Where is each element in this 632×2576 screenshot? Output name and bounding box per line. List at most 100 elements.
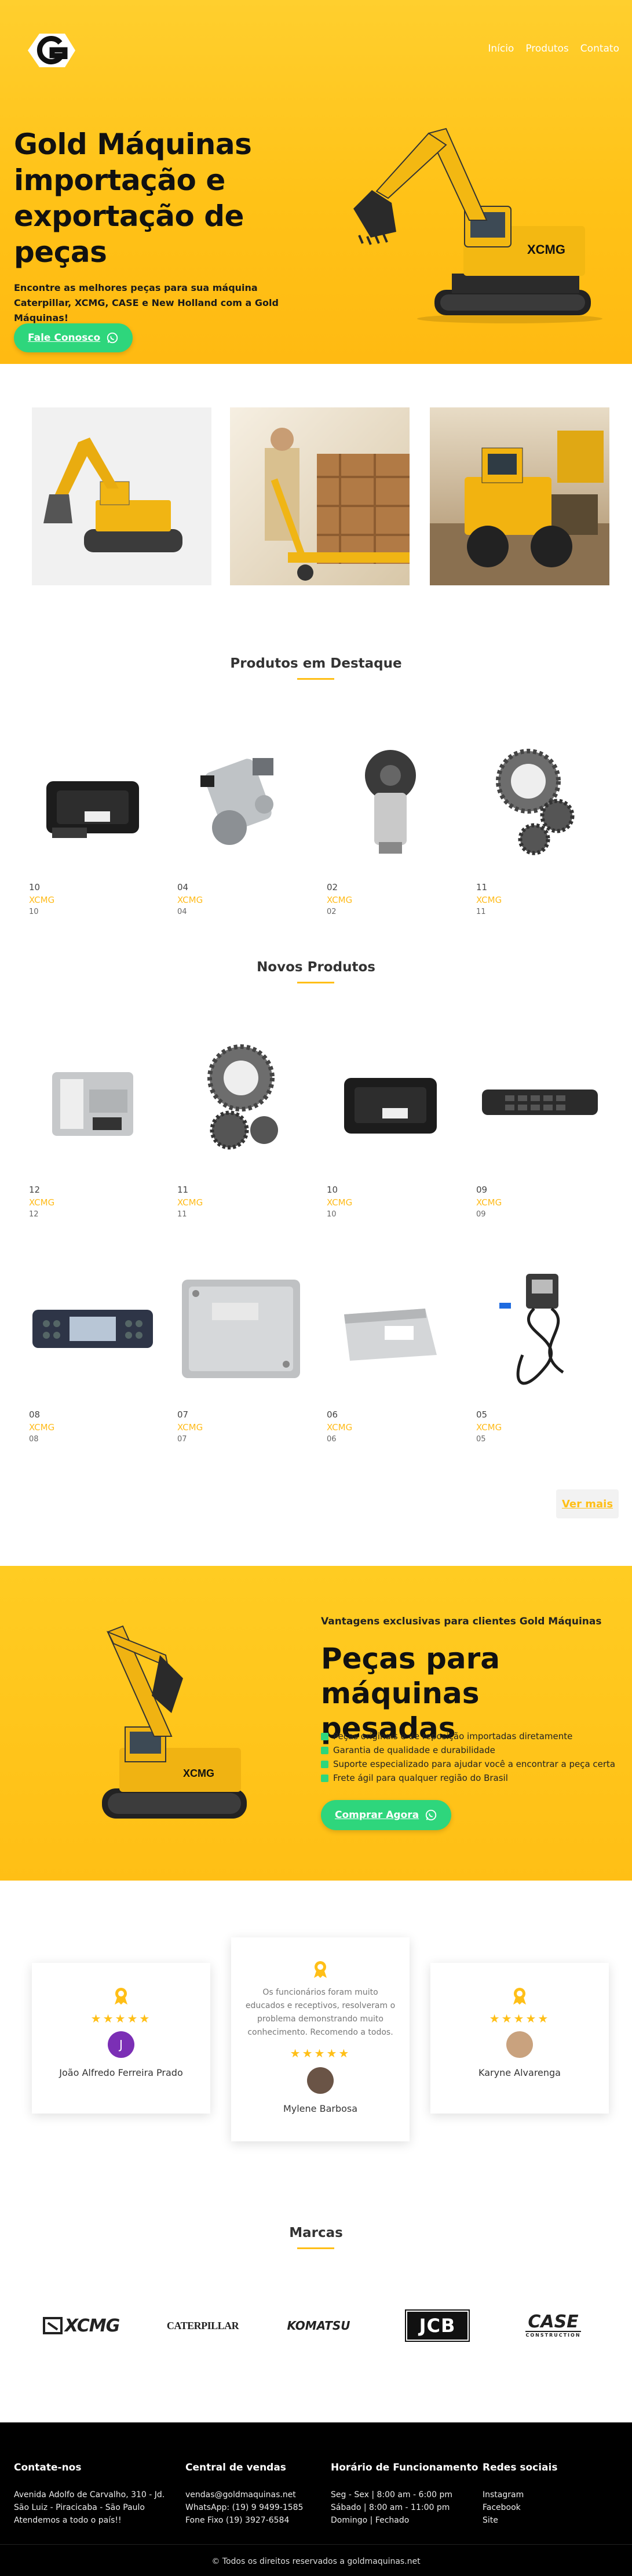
product-code: 10 [29, 882, 41, 892]
product-code: 06 [327, 1409, 338, 1420]
avatar: J [108, 2031, 134, 2058]
new-product-card[interactable]: 12 XCMG 12 [29, 1043, 156, 1219]
photo-toy-excavator [32, 407, 211, 585]
case-logo: CASE CONSTRUCTION [525, 2312, 581, 2338]
product-brand: XCMG [29, 1422, 55, 1433]
footer-divider [0, 2544, 632, 2545]
fale-conosco-button[interactable]: Fale Conosco [14, 323, 133, 352]
product-brand: XCMG [327, 1197, 353, 1208]
check-icon [321, 1774, 328, 1782]
brands-title-underline [297, 2247, 334, 2249]
featured-product-card[interactable]: 11 XCMG 11 [476, 741, 604, 916]
product-brand: XCMG [29, 895, 55, 905]
excavator-hero-image: XCMG [353, 127, 602, 323]
featured-product-card[interactable]: 10 XCMG 10 [29, 741, 156, 916]
testimonial-card: ★★★★★ J João Alfredo Ferreira Prado [32, 1963, 210, 2114]
product-brand: XCMG [476, 895, 502, 905]
product-brand: XCMG [177, 895, 203, 905]
new-product-card[interactable]: 10 XCMG 10 [327, 1043, 454, 1219]
new-product-card[interactable]: 06 XCMG 06 [327, 1268, 454, 1444]
new-product-card[interactable]: 07 XCMG 07 [177, 1268, 305, 1444]
footer-sales: Central de vendas vendas@goldmaquinas.ne… [185, 2462, 303, 2527]
rating-stars: ★★★★★ [489, 2012, 550, 2025]
product-code: 09 [476, 1185, 488, 1195]
new-products-title: Novos Produtos [257, 960, 375, 975]
whatsapp-link[interactable]: WhatsApp: (19) 9 9499-1585 [185, 2501, 303, 2514]
testimonial-card: Os funcionários foram muito educados e r… [231, 1937, 410, 2141]
reviewer-name: Karyne Alvarenga [478, 2067, 561, 2078]
whatsapp-icon [107, 332, 118, 344]
sales-email-link[interactable]: vendas@goldmaquinas.net [185, 2488, 303, 2501]
new-product-card[interactable]: 11 XCMG 11 [177, 1043, 305, 1219]
switch-panel-icon [482, 1090, 598, 1115]
testimonial-card: ★★★★★ Karyne Alvarenga [430, 1963, 609, 2114]
ecu-module-silver-icon [52, 1072, 133, 1136]
product-code: 02 [327, 882, 338, 892]
featured-title: Produtos em Destaque [230, 656, 402, 671]
benefit-item: Frete ágil para qualquer região do Brasi… [321, 1771, 615, 1785]
photo-pallet-jack [230, 407, 410, 585]
top-nav: Início Produtos Contato [488, 43, 619, 54]
excavator-brand-label: XCMG [527, 242, 565, 257]
award-icon [314, 1961, 327, 1978]
whatsapp-icon [425, 1809, 437, 1821]
excavator-promo-image: XCMG [102, 1625, 247, 1819]
product-sku: 09 [476, 1210, 486, 1219]
product-brand: XCMG [29, 1197, 55, 1208]
ecu-module-black-icon [46, 781, 139, 838]
product-sku: 04 [177, 908, 187, 916]
nav-produtos[interactable]: Produtos [525, 43, 568, 54]
promo-benefits-list: Peças originais e de reposição importada… [321, 1729, 615, 1785]
komatsu-logo: KOMATSU [287, 2319, 350, 2333]
instagram-link[interactable]: Instagram [483, 2488, 557, 2501]
hero-subtitle: Encontre as melhores peças para sua máqu… [14, 282, 279, 323]
site-link[interactable]: Site [483, 2514, 557, 2527]
featured-product-card[interactable]: 04 XCMG 04 [177, 741, 305, 916]
check-icon [321, 1760, 328, 1768]
new-product-card[interactable]: 05 XCMG 05 [476, 1268, 604, 1444]
fale-conosco-label: Fale Conosco [28, 332, 101, 344]
new-products-title-underline [297, 982, 334, 983]
phone-link[interactable]: Fone Fixo (19) 3927-6584 [185, 2514, 303, 2527]
footer-contact: Contate-nos Avenida Adolfo de Carvalho, … [14, 2462, 165, 2525]
product-sku: 12 [29, 1210, 39, 1219]
new-product-card[interactable]: 09 XCMG 09 [476, 1043, 604, 1219]
nav-inicio[interactable]: Início [488, 43, 514, 54]
planetary-gear-icon [496, 749, 575, 855]
product-sku: 05 [476, 1435, 486, 1444]
ver-mais-button[interactable]: Ver mais [556, 1489, 619, 1518]
product-sku: 11 [476, 908, 486, 916]
display-monitor-icon [32, 1310, 153, 1348]
featured-product-card[interactable]: 02 XCMG 02 [327, 741, 454, 916]
product-brand: XCMG [177, 1197, 203, 1208]
product-sku: 11 [177, 1210, 187, 1219]
planetary-gear-icon [207, 1044, 278, 1150]
product-code: 04 [177, 882, 189, 892]
avatar [307, 2067, 334, 2094]
product-code: 11 [476, 882, 488, 892]
product-code: 07 [177, 1409, 189, 1420]
nav-contato[interactable]: Contato [580, 43, 619, 54]
new-product-card[interactable]: 08 XCMG 08 [29, 1268, 156, 1444]
benefit-item: Peças originais e de reposição importada… [321, 1729, 615, 1743]
footer-social: Redes sociais Instagram Facebook Site [483, 2462, 557, 2527]
product-brand: XCMG [177, 1422, 203, 1433]
comprar-agora-button[interactable]: Comprar Agora [321, 1800, 452, 1830]
product-code: 11 [177, 1185, 189, 1195]
benefit-item: Suporte especializado para ajudar você a… [321, 1757, 615, 1771]
product-sku: 10 [29, 908, 39, 916]
facebook-link[interactable]: Facebook [483, 2501, 557, 2514]
ecu-module-black-icon [344, 1078, 437, 1134]
rating-stars: ★★★★★ [90, 2012, 152, 2025]
gold-maquinas-logo[interactable] [22, 30, 80, 71]
hero-title: Gold Máquinas importação e exportação de… [14, 127, 252, 269]
promo-kicker: Vantagens exclusivas para clientes Gold … [321, 1616, 602, 1627]
award-icon [115, 1988, 127, 2005]
wiring-harness-icon [499, 1274, 564, 1385]
product-code: 08 [29, 1409, 41, 1420]
benefit-item: Garantia de qualidade e durabilidade [321, 1743, 615, 1757]
product-sku: 08 [29, 1435, 39, 1444]
product-brand: XCMG [476, 1422, 502, 1433]
award-icon [513, 1988, 526, 2005]
testimonial-quote: Os funcionários foram muito educados e r… [245, 1988, 396, 2037]
